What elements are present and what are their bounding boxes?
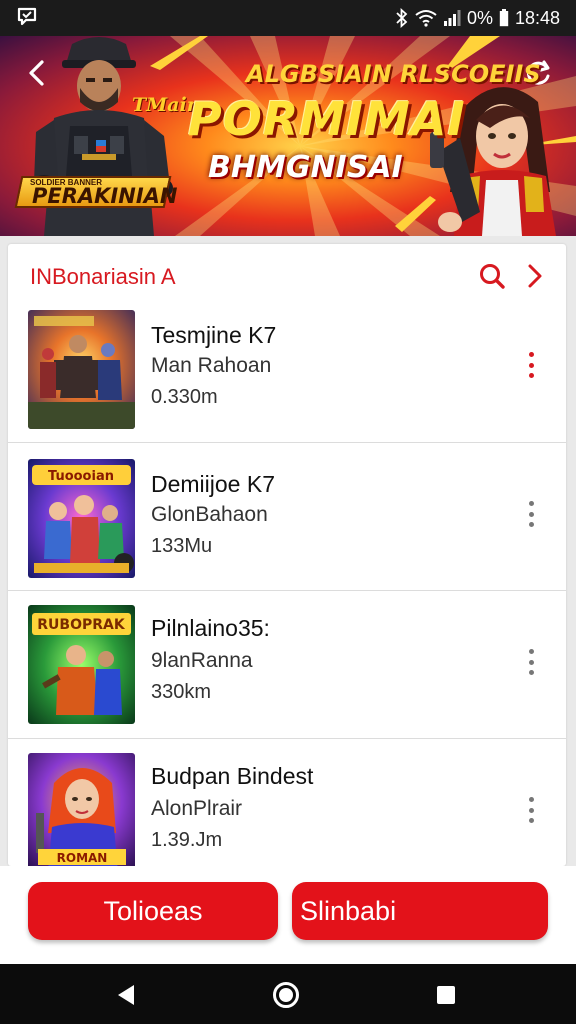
list-item[interactable]: Tuoooian Demiijoe K7 GlonBahaon 133Mu: [8, 442, 566, 590]
more-vertical-icon[interactable]: [520, 497, 542, 531]
thumb-label: Tuoooian: [48, 469, 114, 484]
banner-title: PORMIMAI: [188, 92, 466, 146]
bluetooth-icon: [395, 8, 409, 28]
item-developer: Man Rahoan: [151, 354, 272, 377]
search-icon[interactable]: [478, 262, 506, 290]
game-thumbnail: ROMAN: [28, 753, 135, 866]
item-name: Pilnlaino35:: [151, 615, 270, 641]
list-item[interactable]: RUBOPRAK Pilnlaino35: 9lanRanna 330km: [8, 590, 566, 738]
thumb-label: RUBOPRAK: [37, 617, 126, 633]
battery-icon: [499, 9, 509, 27]
app-list-card: INBonariasin A Tesmjine K7 Man Rahoan 0.…: [8, 244, 566, 866]
game-thumbnail: RUBOPRAK: [28, 605, 135, 724]
notification-icon: [16, 5, 38, 32]
signal-icon: [443, 9, 461, 27]
banner-ribbon-text: PERAKINIAN: [32, 184, 178, 208]
card-title: INBonariasin A: [30, 264, 176, 289]
game-thumbnail: [28, 310, 135, 429]
item-size: 133Mu: [151, 535, 213, 557]
status-left: [16, 5, 38, 32]
clock: 18:48: [514, 7, 560, 28]
item-name: Demiijoe K7: [151, 471, 275, 497]
item-name: Tesmjine K7: [151, 322, 277, 348]
more-vertical-icon[interactable]: [520, 793, 542, 827]
banner-title-secondary: BHMGNISAI: [208, 150, 403, 185]
status-right: 0% 18:48: [395, 8, 560, 29]
game-thumbnail: Tuoooian: [28, 459, 135, 578]
primary-left-button[interactable]: Tolioeas: [28, 882, 278, 940]
item-size: 0.330m: [151, 386, 218, 408]
more-vertical-icon[interactable]: [520, 348, 542, 382]
chevron-right-icon[interactable]: [524, 262, 546, 290]
item-developer: GlonBahaon: [151, 503, 268, 526]
wifi-icon: [415, 9, 437, 27]
list-item[interactable]: Tesmjine K7 Man Rahoan 0.330m: [8, 308, 566, 456]
item-developer: 9lanRanna: [151, 649, 253, 672]
more-vertical-icon[interactable]: [520, 645, 542, 679]
card-header: INBonariasin A: [8, 244, 566, 308]
thumb-label: ROMAN: [57, 851, 108, 865]
bottom-action-bar: Tolioeas Slinbabi: [0, 866, 576, 964]
battery-text: 0%: [466, 7, 493, 28]
item-size: 1.39.Jm: [151, 829, 223, 851]
nav-home-icon[interactable]: [273, 982, 299, 1008]
status-bar: 0% 18:48: [0, 0, 576, 36]
item-developer: AlonPlrair: [151, 797, 243, 820]
item-size: 330km: [151, 681, 212, 703]
promo-banner[interactable]: TMain ALGBSIAIN RLSCOEIIS PORMIMAI BHMGN…: [0, 36, 576, 236]
primary-right-button[interactable]: Slinbabi: [292, 882, 548, 940]
banner-subtitle: ALGBSIAIN RLSCOEIIS: [246, 60, 541, 88]
nav-back-icon[interactable]: [116, 984, 136, 1011]
nav-recent-apps-icon[interactable]: [437, 986, 455, 1004]
list-item[interactable]: ROMAN Budpan Bindest AlonPlrair 1.39.Jm: [8, 738, 566, 866]
item-name: Budpan Bindest: [151, 763, 314, 789]
system-navigation-bar: [0, 964, 576, 1024]
back-arrow-icon[interactable]: [22, 58, 54, 90]
